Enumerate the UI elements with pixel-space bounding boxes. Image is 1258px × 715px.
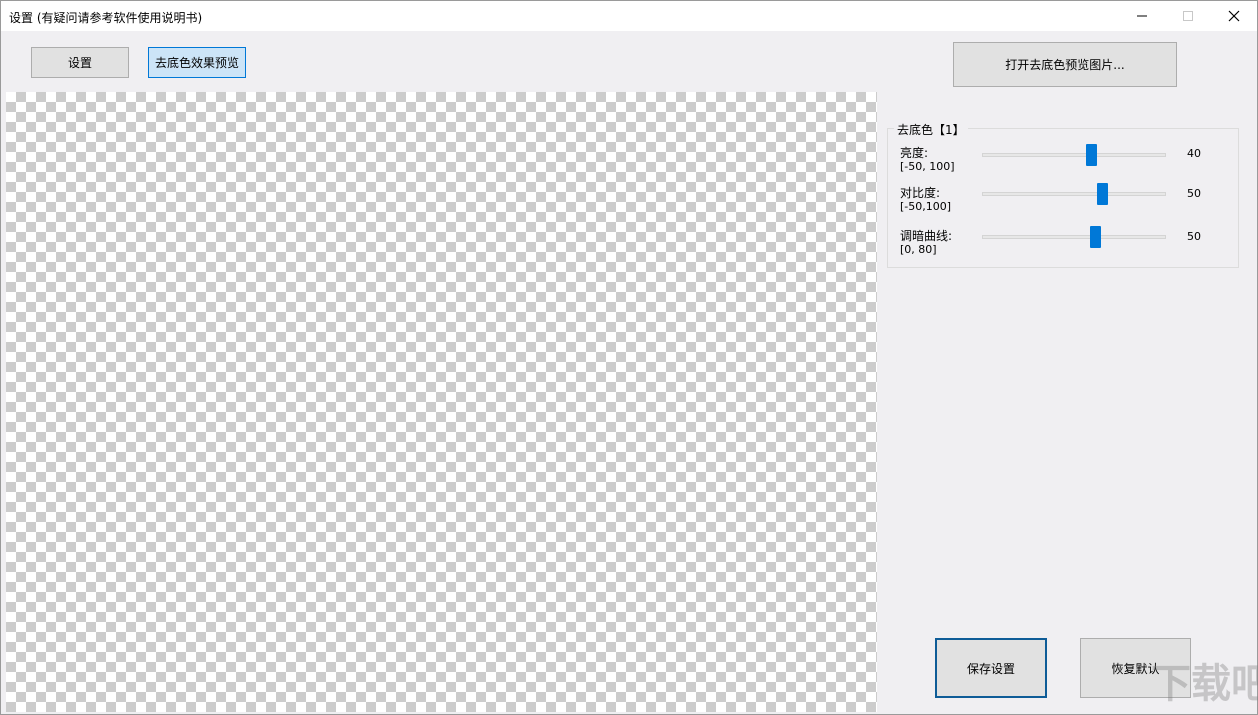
- contrast-range: [-50,100]: [900, 200, 952, 213]
- darken-curve-slider-thumb[interactable]: [1090, 226, 1101, 248]
- brightness-slider[interactable]: [982, 153, 1166, 157]
- group-title: 去底色【1】: [894, 121, 968, 138]
- watermark: 下载吧: [1151, 661, 1258, 707]
- contrast-slider[interactable]: [982, 192, 1166, 196]
- darken-curve-value: 50: [1187, 230, 1201, 243]
- maximize-button: [1165, 1, 1211, 31]
- darken-curve-label: 调暗曲线:: [900, 229, 953, 243]
- darken-curve-range: [0, 80]: [900, 243, 937, 256]
- contrast-label: 对比度:: [900, 186, 941, 200]
- close-icon: [1228, 10, 1240, 22]
- open-preview-image-button[interactable]: 打开去底色预览图片...: [953, 42, 1177, 87]
- settings-tab-button[interactable]: 设置: [31, 47, 129, 78]
- title-bar[interactable]: 设置 (有疑问请参考软件使用说明书): [1, 1, 1257, 31]
- minimize-icon: [1137, 15, 1147, 17]
- darken-curve-slider[interactable]: [982, 235, 1166, 239]
- window-title: 设置 (有疑问请参考软件使用说明书): [9, 11, 203, 25]
- maximize-icon: [1183, 11, 1193, 21]
- save-settings-button[interactable]: 保存设置: [935, 638, 1047, 698]
- contrast-slider-thumb[interactable]: [1097, 183, 1108, 205]
- close-button[interactable]: [1211, 1, 1257, 31]
- brightness-label: 亮度:: [900, 146, 929, 160]
- contrast-value: 50: [1187, 187, 1201, 200]
- preview-tab-button[interactable]: 去底色效果预览: [148, 47, 246, 78]
- brightness-slider-thumb[interactable]: [1086, 144, 1097, 166]
- brightness-range: [-50, 100]: [900, 160, 955, 173]
- settings-window: 设置 (有疑问请参考软件使用说明书) 设置 去底色效果预览 打开去底色预览图片.…: [0, 0, 1258, 715]
- preview-canvas: [6, 92, 877, 712]
- minimize-button[interactable]: [1119, 1, 1165, 31]
- brightness-value: 40: [1187, 147, 1201, 160]
